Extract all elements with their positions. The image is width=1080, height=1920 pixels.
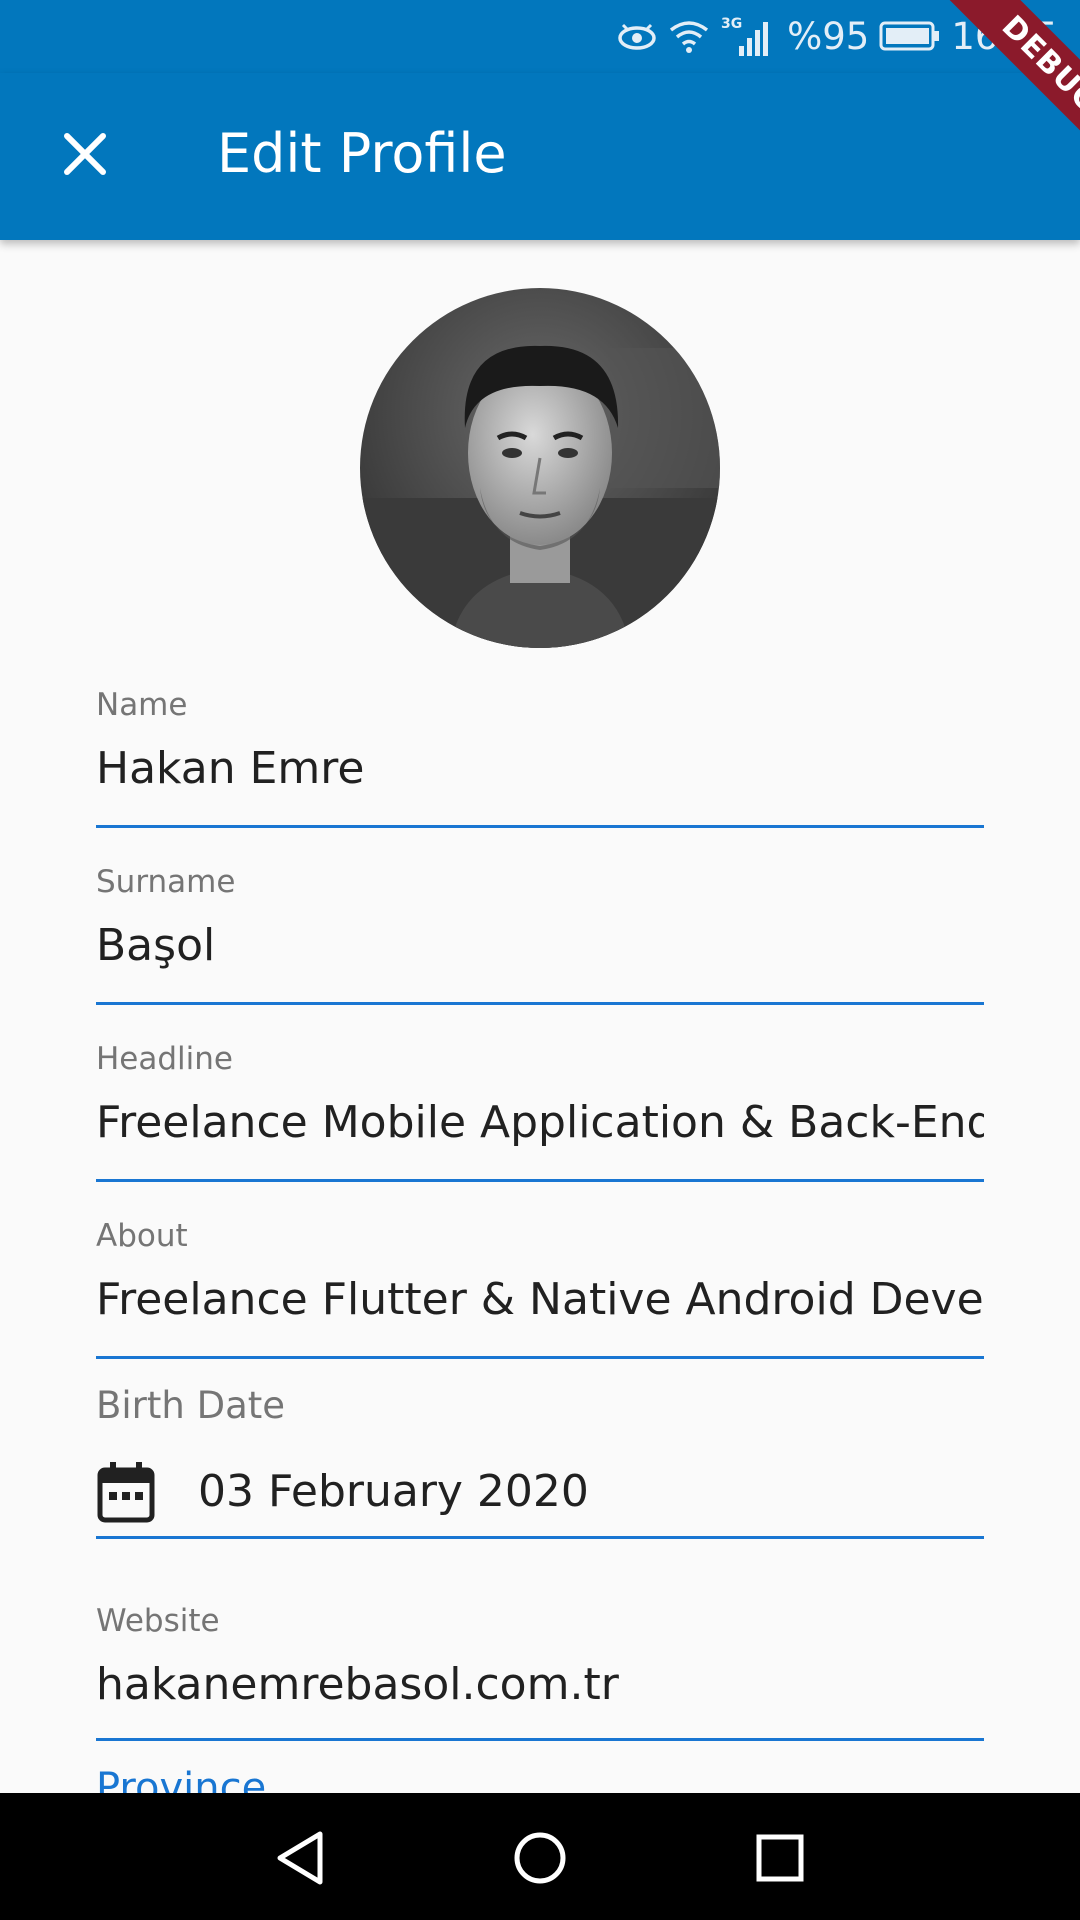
- province-label[interactable]: Province: [96, 1762, 266, 1793]
- back-triangle-icon: [277, 1831, 323, 1885]
- website-input[interactable]: hakanemrebasol.com.tr: [96, 1657, 984, 1713]
- recents-square-icon: [756, 1834, 804, 1882]
- name-field[interactable]: Name Hakan Emre: [96, 685, 984, 828]
- about-input[interactable]: Freelance Flutter & Native Android Devel…: [96, 1272, 984, 1328]
- nav-back-button[interactable]: [260, 1823, 340, 1893]
- surname-input[interactable]: Başol: [96, 918, 984, 974]
- headline-input[interactable]: Freelance Mobile Application & Back-End …: [96, 1095, 984, 1151]
- battery-icon: [879, 21, 940, 51]
- surname-label: Surname: [96, 864, 236, 900]
- name-label: Name: [96, 687, 188, 723]
- headline-field[interactable]: Headline Freelance Mobile Application & …: [96, 1039, 984, 1182]
- avatar[interactable]: [360, 288, 720, 648]
- nav-home-button[interactable]: [500, 1823, 580, 1893]
- profile-photo: [360, 288, 720, 648]
- home-circle-icon: [514, 1832, 566, 1884]
- name-input[interactable]: Hakan Emre: [96, 741, 984, 797]
- status-time: 16:55: [951, 14, 1058, 58]
- about-field[interactable]: About Freelance Flutter & Native Android…: [96, 1216, 984, 1359]
- birth-date-row[interactable]: 03 February 2020: [96, 1460, 984, 1524]
- birth-date-label: Birth Date: [96, 1384, 286, 1427]
- page-title: Edit Profile: [217, 122, 507, 185]
- website-field[interactable]: Website hakanemrebasol.com.tr: [96, 1601, 984, 1741]
- wifi-icon: [670, 21, 709, 53]
- close-button[interactable]: [48, 117, 122, 191]
- close-icon: [64, 133, 106, 175]
- headline-label: Headline: [96, 1041, 234, 1077]
- eye-icon: [618, 23, 656, 50]
- system-nav-bar: [0, 1793, 1080, 1920]
- birth-date-field[interactable]: Birth Date 03 February 2020: [96, 1384, 984, 1539]
- svg-text:3G: 3G: [721, 16, 742, 32]
- battery-percent: %95: [787, 14, 870, 58]
- nav-recents-button[interactable]: [740, 1823, 820, 1893]
- website-label: Website: [96, 1603, 220, 1639]
- app-bar: Edit Profile: [0, 73, 1080, 240]
- about-label: About: [96, 1218, 188, 1254]
- status-icons: 3G %95 16:55: [617, 10, 1058, 62]
- surname-field[interactable]: Surname Başol: [96, 862, 984, 1005]
- birth-date-value[interactable]: 03 February 2020: [198, 1464, 589, 1520]
- calendar-icon: [97, 1462, 155, 1523]
- status-bar: 3G %95 16:55: [0, 0, 1080, 73]
- signal-3g-icon: 3G: [721, 16, 769, 56]
